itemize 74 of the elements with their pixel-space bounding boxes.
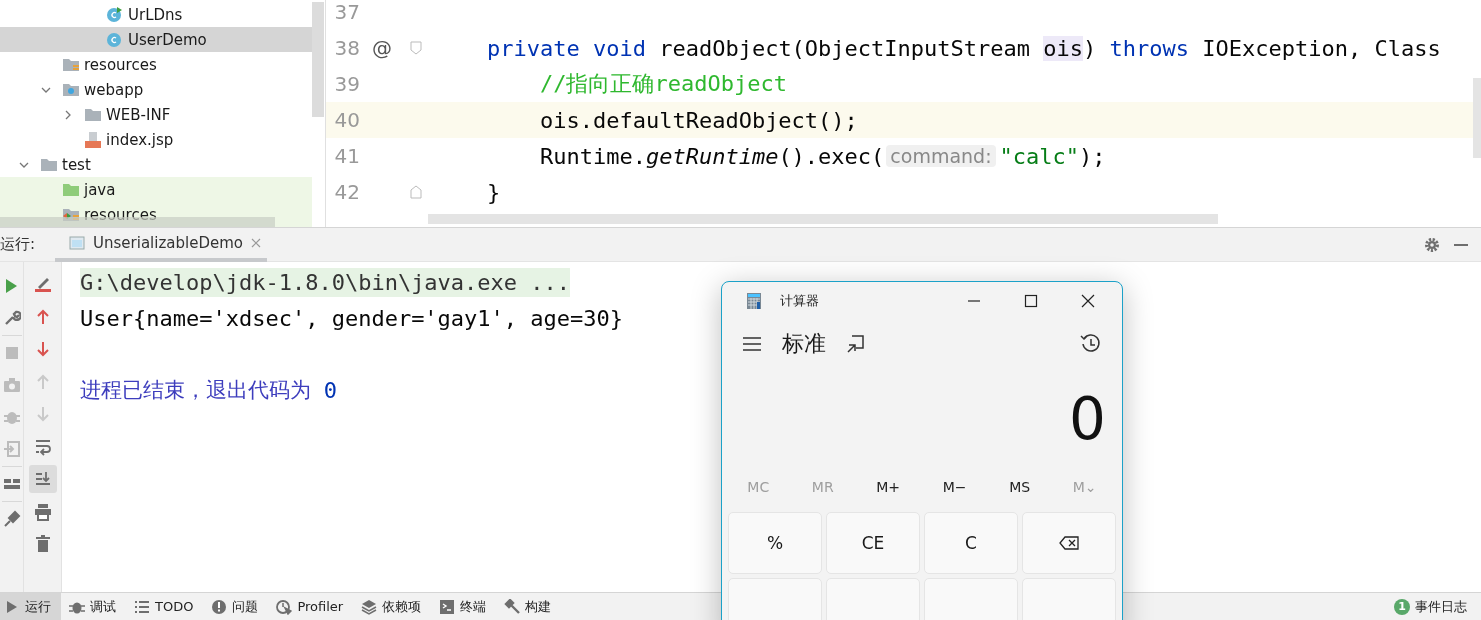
code-line: //指向正确readObject xyxy=(538,70,787,98)
window-title: 计算器 xyxy=(780,291,819,310)
keep-on-top-icon[interactable] xyxy=(846,334,866,355)
code-line: Runtime.getRuntime().exec( command: "calc"); xyxy=(538,143,1106,169)
printer-icon xyxy=(33,502,52,521)
tool-window-button[interactable]: 调试 xyxy=(65,593,126,620)
console-output: User{name='xdsec', gender='gay1', age=30} xyxy=(80,305,624,331)
settings-icon[interactable] xyxy=(1423,235,1441,254)
terminal-icon xyxy=(439,598,456,615)
menu-icon[interactable] xyxy=(742,336,762,353)
calculator-key[interactable]: CE xyxy=(826,512,920,574)
jsp-file-icon xyxy=(84,130,102,149)
gauge-icon xyxy=(276,598,293,615)
fold-marker-icon[interactable] xyxy=(410,185,422,199)
code-line: private void readObject(ObjectInputStream ois) throws IOException, Class xyxy=(485,35,1441,61)
calculator-display: 0 xyxy=(1068,383,1107,455)
close-icon[interactable] xyxy=(251,237,261,248)
run-tab[interactable]: UnserializableDemo xyxy=(55,227,267,262)
scrollbar-thumb[interactable] xyxy=(1473,78,1481,158)
scrollbar-thumb[interactable] xyxy=(312,2,324,117)
tree-item[interactable]: UserDemo xyxy=(0,27,312,52)
tree-item[interactable]: index.jsp xyxy=(0,127,312,152)
event-log-button[interactable]: 1 事件日志 xyxy=(1390,593,1477,620)
tool-window-button[interactable]: 终端 xyxy=(435,593,497,620)
mode-title: 标准 xyxy=(782,330,826,359)
toolbar-button[interactable] xyxy=(28,465,57,493)
tool-window-button[interactable]: 运行 xyxy=(0,593,61,620)
class-icon xyxy=(106,5,124,24)
count-badge: 1 xyxy=(1394,598,1410,615)
tree-item[interactable]: webapp xyxy=(0,77,312,102)
tool-window-button[interactable]: 构建 xyxy=(500,593,562,620)
list-icon xyxy=(134,598,150,615)
exit-code: 0 xyxy=(323,377,337,403)
hammer-icon xyxy=(504,598,521,615)
window-icon xyxy=(69,235,86,250)
line-number: 38 xyxy=(333,36,360,60)
exit-message: 进程已结束，退出代码为 xyxy=(80,377,312,404)
line-number: 40 xyxy=(333,108,360,132)
layers-icon xyxy=(361,598,378,615)
code-line: } xyxy=(485,179,501,205)
line-number: 39 xyxy=(333,72,360,96)
panel-label: 运行: xyxy=(0,235,36,254)
tree-item[interactable]: java xyxy=(0,177,312,202)
calculator-key[interactable]: % xyxy=(728,512,822,574)
warning-icon xyxy=(211,598,228,615)
tree-item[interactable]: WEB-INF xyxy=(0,102,312,127)
code-line: ois.defaultReadObject(); xyxy=(538,107,858,133)
scrollbar-thumb[interactable] xyxy=(428,214,1218,224)
class-icon xyxy=(106,30,124,49)
line-number: 42 xyxy=(333,180,360,204)
soft-wrap-icon xyxy=(33,437,52,456)
pin-icon[interactable] xyxy=(2,510,21,528)
line-number: 41 xyxy=(333,144,360,168)
scroll-to-end-icon xyxy=(33,470,52,488)
trash-icon xyxy=(33,535,52,553)
tree-item[interactable]: UrLDns xyxy=(0,2,312,27)
backspace-icon xyxy=(1059,536,1079,550)
memory-button[interactable]: MS xyxy=(1003,475,1037,500)
tool-window-button[interactable]: 问题 xyxy=(207,593,269,620)
line-number: 37 xyxy=(333,0,360,24)
console-command: G:\develop\jdk-1.8.0\bin\java.exe ... xyxy=(80,267,571,297)
tool-window-button[interactable]: TODO xyxy=(130,593,204,620)
pencil-icon xyxy=(33,275,52,293)
annotation-marker[interactable]: @ xyxy=(372,36,392,60)
backspace-button[interactable] xyxy=(1022,512,1116,574)
memory-button[interactable]: M+ xyxy=(870,475,907,500)
tree-item[interactable]: test xyxy=(0,152,312,177)
memory-button[interactable]: M− xyxy=(936,475,973,500)
calculator-key[interactable]: C xyxy=(924,512,1018,574)
calculator-app-icon xyxy=(746,291,762,310)
tool-window-button[interactable]: 依赖项 xyxy=(357,593,432,620)
tool-window-button[interactable]: Profiler xyxy=(272,593,354,620)
tree-item[interactable]: resources xyxy=(0,52,312,77)
fold-marker-icon[interactable] xyxy=(410,41,422,55)
